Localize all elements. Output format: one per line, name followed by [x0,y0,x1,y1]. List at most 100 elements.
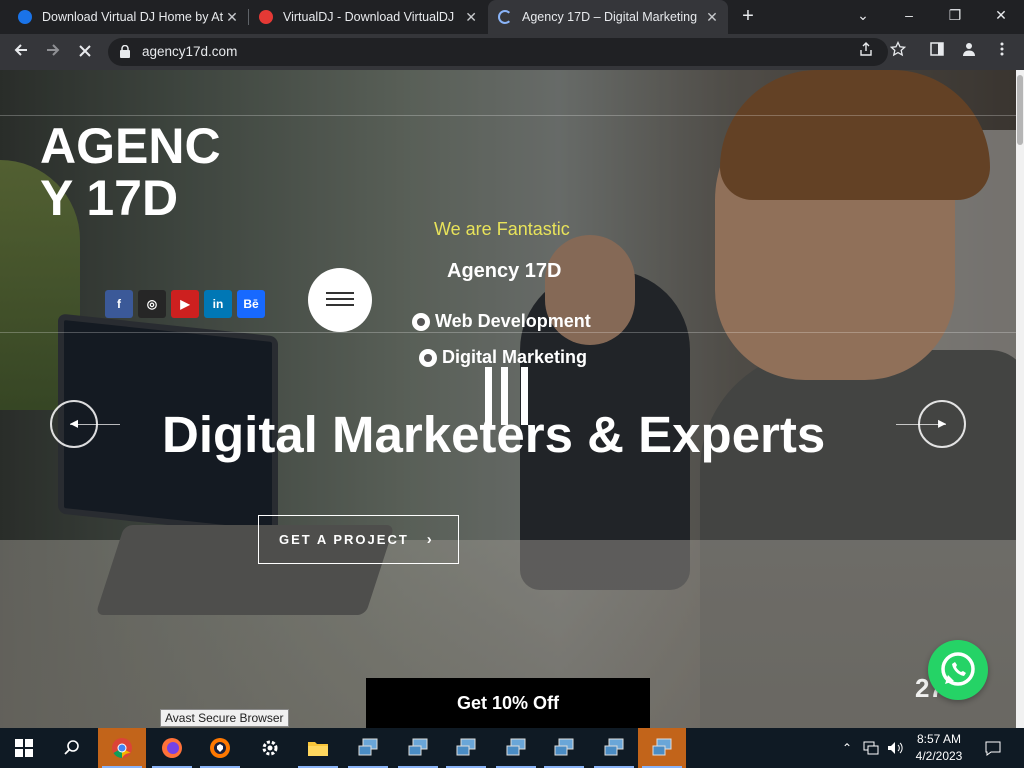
taskbar-avast-browser[interactable] [196,728,244,768]
lock-icon [120,45,130,58]
behance-icon[interactable]: Bē [237,290,265,318]
hamburger-icon [326,304,354,306]
network-icon [863,741,879,755]
bookmark-button[interactable] [886,40,910,64]
folder-icon [308,742,328,756]
youtube-icon[interactable]: ▶ [171,290,199,318]
service-item: Web Development [412,311,591,332]
url-text: agency17d.com [142,44,238,59]
back-arrow-icon [14,44,27,56]
tab-search-button[interactable]: ⌄ [840,0,886,30]
slider-next-button[interactable]: ▸ [918,400,966,448]
chevron-up-icon: ⌃ [841,741,853,755]
whatsapp-icon [941,652,975,686]
network-button[interactable] [860,728,882,768]
address-bar[interactable]: agency17d.com [108,38,888,66]
taskbar-app-window[interactable] [394,728,442,768]
browser-menu-button[interactable] [990,40,1014,64]
new-tab-button[interactable]: + [736,5,760,29]
show-hidden-icons-button[interactable]: ⌃ [838,728,856,768]
get-a-project-button[interactable]: GET A PROJECT › [258,515,459,564]
close-icon[interactable]: ✕ [463,9,479,26]
close-icon[interactable]: ✕ [704,9,720,26]
radio-dot-icon [412,312,430,331]
site-logo[interactable]: AGENCY 17D [40,120,230,224]
taskbar-settings[interactable] [246,728,294,768]
loading-spinner-icon [498,10,512,24]
facebook-icon[interactable]: f [105,290,133,318]
radio-dot-icon [419,348,437,367]
back-button[interactable] [8,39,34,65]
instagram-icon[interactable]: ◎ [138,290,166,318]
tagline: We are Fantastic [434,219,570,239]
share-icon [860,42,872,56]
taskbar-app-window[interactable] [540,728,588,768]
network-computer-icon [604,738,624,756]
notifications-button[interactable] [978,728,1008,768]
search-icon [64,740,79,755]
minimize-button[interactable]: – [886,0,932,30]
avast-browser-icon [210,738,230,758]
clock-time: 8:57 AM [916,732,962,746]
taskbar-app-window[interactable] [344,728,392,768]
gear-icon [262,740,278,756]
network-computer-icon [358,738,378,756]
network-computer-icon [408,738,428,756]
taskbar-app-window[interactable] [590,728,638,768]
restore-button[interactable]: ❐ [932,0,978,30]
slider-prev-button[interactable]: ◂ [50,400,98,448]
divider [0,332,1016,333]
share-button[interactable] [854,40,878,64]
tab-agency-17d[interactable]: Agency 17D – Digital Marketing ✕ [488,0,728,34]
scrollbar-thumb[interactable] [1017,75,1023,145]
page-scrollbar[interactable] [1016,70,1024,728]
close-window-button[interactable]: ✕ [978,0,1024,30]
taskbar-app-window[interactable] [442,728,490,768]
star-icon [889,40,907,57]
site-favicon-icon [18,10,32,24]
linkedin-icon[interactable]: in [204,290,232,318]
taskbar-app-window[interactable] [638,728,686,768]
stop-loading-button[interactable] [72,39,98,65]
notification-icon [985,741,1001,756]
tab-title: Download Virtual DJ Home by At [42,10,224,24]
network-computer-icon [456,738,476,756]
tab-strip: Download Virtual DJ Home by At ✕ Virtual… [0,0,1024,34]
search-button[interactable] [48,728,96,768]
chevron-right-icon: ▸ [937,415,947,432]
site-favicon-icon [259,10,273,24]
hamburger-icon [326,292,354,294]
system-clock[interactable]: 8:57 AM 4/2/2023 [910,731,968,765]
get-10-off-button[interactable]: Get 10% Off [366,678,650,728]
taskbar-app-window[interactable] [492,728,540,768]
taskbar-chrome[interactable] [98,728,146,768]
cta-label: GET A PROJECT [279,532,409,547]
whatsapp-button[interactable] [928,640,988,700]
forward-button[interactable] [40,39,66,65]
hamburger-menu-button[interactable] [308,268,372,332]
volume-button[interactable] [884,728,906,768]
forward-arrow-icon [47,44,60,56]
windows-taskbar: ⌃ 8:57 AM 4/2/2023 [0,728,1024,768]
hero-headline: Digital Marketers & Experts [162,406,826,463]
network-computer-icon [506,738,526,756]
tab-virtual-dj-home[interactable]: Download Virtual DJ Home by At ✕ [8,0,248,34]
close-icon [79,45,91,57]
tab-title: VirtualDJ - Download VirtualDJ [283,10,455,24]
taskbar-file-explorer[interactable] [294,728,342,768]
firefox-icon [162,738,182,758]
service-label: Digital Marketing [442,347,588,367]
kebab-menu-icon [1000,42,1004,56]
service-label: Web Development [435,311,591,331]
network-computer-icon [652,738,672,756]
taskbar-firefox[interactable] [148,728,196,768]
tab-virtualdj-download[interactable]: VirtualDJ - Download VirtualDJ ✕ [249,0,487,34]
hamburger-icon [326,298,354,300]
close-icon[interactable]: ✕ [224,9,240,26]
chrome-icon [112,738,132,758]
profile-button[interactable] [957,40,981,64]
side-panel-icon [930,42,944,56]
start-button[interactable] [0,728,48,768]
tab-title: Agency 17D – Digital Marketing [522,10,698,24]
side-panel-button[interactable] [925,40,949,64]
